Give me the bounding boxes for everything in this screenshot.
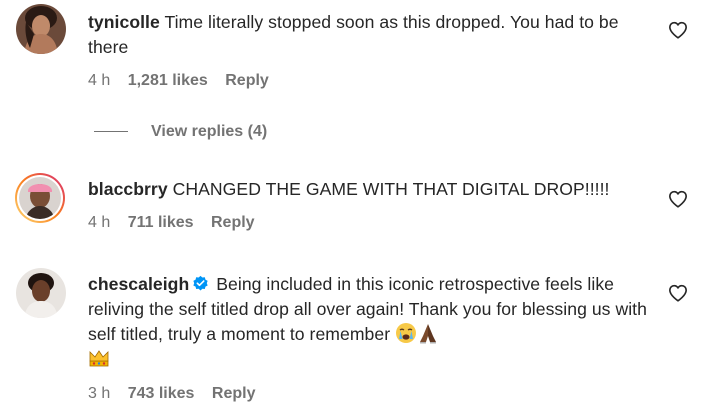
comment-timestamp[interactable]: 4 h bbox=[88, 214, 110, 231]
comment-likes-count[interactable]: 743 likes bbox=[128, 385, 195, 402]
view-replies-label: View replies (4) bbox=[151, 123, 268, 140]
crying-face-emoji bbox=[396, 323, 417, 343]
crown-emoji bbox=[89, 350, 109, 367]
avatar[interactable] bbox=[16, 268, 66, 318]
verified-badge-icon bbox=[193, 275, 208, 291]
comment-timestamp[interactable]: 3 h bbox=[88, 385, 110, 402]
comment-likes-count[interactable]: 1,281 likes bbox=[128, 72, 208, 89]
comment-body: Time literally stopped soon as this drop… bbox=[88, 12, 619, 57]
heart-outline-icon[interactable] bbox=[668, 21, 688, 39]
avatar[interactable] bbox=[16, 4, 66, 54]
comment-item: chescaleigh Being included in this iconi… bbox=[0, 262, 704, 419]
avatar[interactable] bbox=[14, 172, 66, 224]
comment-text: chescaleigh Being included in this iconi… bbox=[88, 272, 648, 372]
comment-meta: 4 h 711 likes Reply bbox=[88, 212, 648, 234]
comment-username[interactable]: chescaleigh bbox=[88, 274, 189, 294]
view-replies-button[interactable]: View replies (4) bbox=[94, 121, 267, 143]
comment-username[interactable]: tynicolle bbox=[88, 12, 160, 32]
reply-button[interactable]: Reply bbox=[211, 214, 255, 231]
comment-item: blaccbrry CHANGED THE GAME WITH THAT DIG… bbox=[0, 150, 704, 262]
comment-timestamp[interactable]: 4 h bbox=[88, 72, 110, 89]
comment-body: CHANGED THE GAME WITH THAT DIGITAL DROP!… bbox=[172, 179, 610, 199]
comment-meta: 3 h 743 likes Reply bbox=[88, 383, 648, 405]
comment-item: tynicolle Time literally stopped soon as… bbox=[0, 0, 704, 150]
heart-outline-icon[interactable] bbox=[668, 190, 688, 208]
folded-hands-emoji bbox=[420, 324, 437, 344]
heart-outline-icon[interactable] bbox=[668, 284, 688, 302]
comment-likes-count[interactable]: 711 likes bbox=[128, 214, 194, 231]
comment-meta: 4 h 1,281 likes Reply bbox=[88, 70, 648, 92]
reply-button[interactable]: Reply bbox=[212, 385, 256, 402]
reply-button[interactable]: Reply bbox=[225, 72, 269, 89]
comment-text: blaccbrry CHANGED THE GAME WITH THAT DIG… bbox=[88, 177, 648, 202]
view-replies-divider bbox=[94, 131, 128, 133]
comment-username[interactable]: blaccbrry bbox=[88, 179, 168, 199]
comment-text: tynicolle Time literally stopped soon as… bbox=[88, 10, 648, 60]
